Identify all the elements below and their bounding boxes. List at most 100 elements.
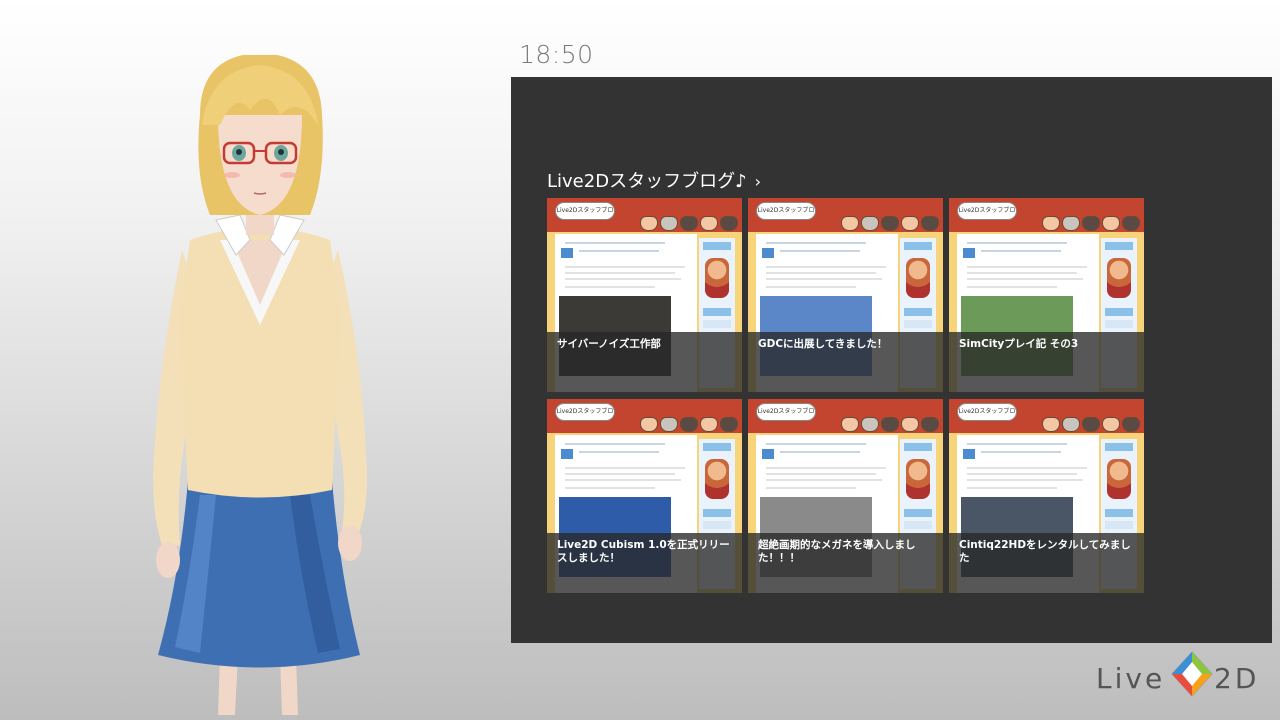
text-line [579,250,659,252]
tile-caption-text: GDCに出展してきました！ [758,338,888,350]
tile-caption-text: Live2D Cubism 1.0を正式リリースしました！ [557,539,730,564]
post-date-badge [963,449,975,459]
cat-icon [1062,216,1080,231]
text-line [967,286,1057,288]
blog-header-bubble: Live2Dスタッフブログ♪ [756,403,816,421]
sidebar-box [1105,242,1133,250]
cat-icon [921,216,939,231]
blog-header-bubble: Live2Dスタッフブログ♪ [555,202,615,220]
cat-icon [1102,417,1120,432]
cat-icon [881,216,899,231]
text-line [766,467,886,469]
blog-tile[interactable]: Live2Dスタッフブログ♪ SimCit [949,198,1144,392]
text-line [967,487,1057,489]
cat-icon [700,417,718,432]
cat-icon [1062,417,1080,432]
cat-icon [640,417,658,432]
text-line [967,473,1077,475]
text-line [766,278,882,280]
cat-icon [680,417,698,432]
tile-caption-text: 超絶画期的なメガネを導入しました！！！ [758,539,916,564]
cat-icon [901,216,919,231]
logo-text-2d: 2D [1214,662,1260,695]
blog-tile[interactable]: Live2Dスタッフブログ♪ GDCに出展 [748,198,943,392]
live2d-character-illustration[interactable] [140,55,380,720]
cat-icons [640,417,738,432]
text-line [565,272,675,274]
sidebar-box [703,509,731,517]
cat-icon [1102,216,1120,231]
text-line [780,250,860,252]
sidebar-box [904,509,932,517]
section-title-text: Live2Dスタッフブログ♪ [547,171,747,192]
tile-caption: Live2D Cubism 1.0を正式リリースしました！ [547,533,742,593]
cat-icon [1082,417,1100,432]
cat-icon [881,417,899,432]
logo-text-live: Live [1096,662,1166,695]
mascot-image [705,459,729,499]
sidebar-box [703,443,731,451]
cat-icon [1122,417,1140,432]
blog-header: Live2Dスタッフブログ♪ [949,198,1144,232]
text-line [565,266,685,268]
sidebar-box [904,308,932,316]
sidebar-box [1105,509,1133,517]
post-date-badge [561,248,573,258]
sidebar-box [904,443,932,451]
text-line [766,473,876,475]
blog-header: Live2Dスタッフブログ♪ [748,198,943,232]
tile-caption: サイバーノイズ工作部 [547,332,742,392]
text-line [981,451,1061,453]
text-line [766,443,866,445]
post-date-badge [762,449,774,459]
tile-caption-text: Cintiq22HDをレンタルしてみました [959,539,1131,564]
cat-icon [1042,216,1060,231]
blog-tile[interactable]: Live2Dスタッフブログ♪ Live2D [547,399,742,593]
blog-tile[interactable]: Live2Dスタッフブログ♪ 超絶画期的な [748,399,943,593]
cat-icon [921,417,939,432]
logo-diamond-icon [1171,651,1213,697]
cat-icon [901,417,919,432]
clock: 18:50 [519,40,594,69]
mascot-image [1107,258,1131,298]
sidebar-box [1105,443,1133,451]
sidebar-box [1105,308,1133,316]
cat-icon [861,417,879,432]
text-line [967,272,1077,274]
sidebar-box [703,320,731,328]
text-line [565,443,665,445]
text-line [780,451,860,453]
cat-icon [1042,417,1060,432]
mascot-image [906,459,930,499]
cat-icons [1042,417,1140,432]
blog-tile[interactable]: Live2Dスタッフブログ♪ サイバーノイ [547,198,742,392]
blog-panel: Live2Dスタッフブログ♪ › Live2Dスタッフブログ♪ [511,77,1272,643]
tile-caption: SimCityプレイ記 その3 [949,332,1144,392]
blog-header-bubble: Live2Dスタッフブログ♪ [555,403,615,421]
sidebar-box [904,320,932,328]
text-line [579,451,659,453]
tile-caption: Cintiq22HDをレンタルしてみました [949,533,1144,593]
section-title-link[interactable]: Live2Dスタッフブログ♪ › [547,167,761,193]
blog-header: Live2Dスタッフブログ♪ [547,198,742,232]
text-line [565,473,675,475]
cat-icon [861,216,879,231]
post-date-badge [762,248,774,258]
blog-header: Live2Dスタッフブログ♪ [949,399,1144,433]
cat-icons [1042,216,1140,231]
blog-tile[interactable]: Live2Dスタッフブログ♪ Cintiq [949,399,1144,593]
text-line [766,242,866,244]
sidebar-box [703,521,731,529]
cat-icon [660,417,678,432]
chevron-right-icon: › [754,172,761,191]
text-line [766,479,882,481]
blog-header-bubble: Live2Dスタッフブログ♪ [957,403,1017,421]
text-line [981,250,1061,252]
cat-icon [720,417,738,432]
sidebar-box [703,308,731,316]
cat-icon [640,216,658,231]
text-line [565,278,681,280]
mascot-image [705,258,729,298]
text-line [766,272,876,274]
blog-header-bubble: Live2Dスタッフブログ♪ [957,202,1017,220]
